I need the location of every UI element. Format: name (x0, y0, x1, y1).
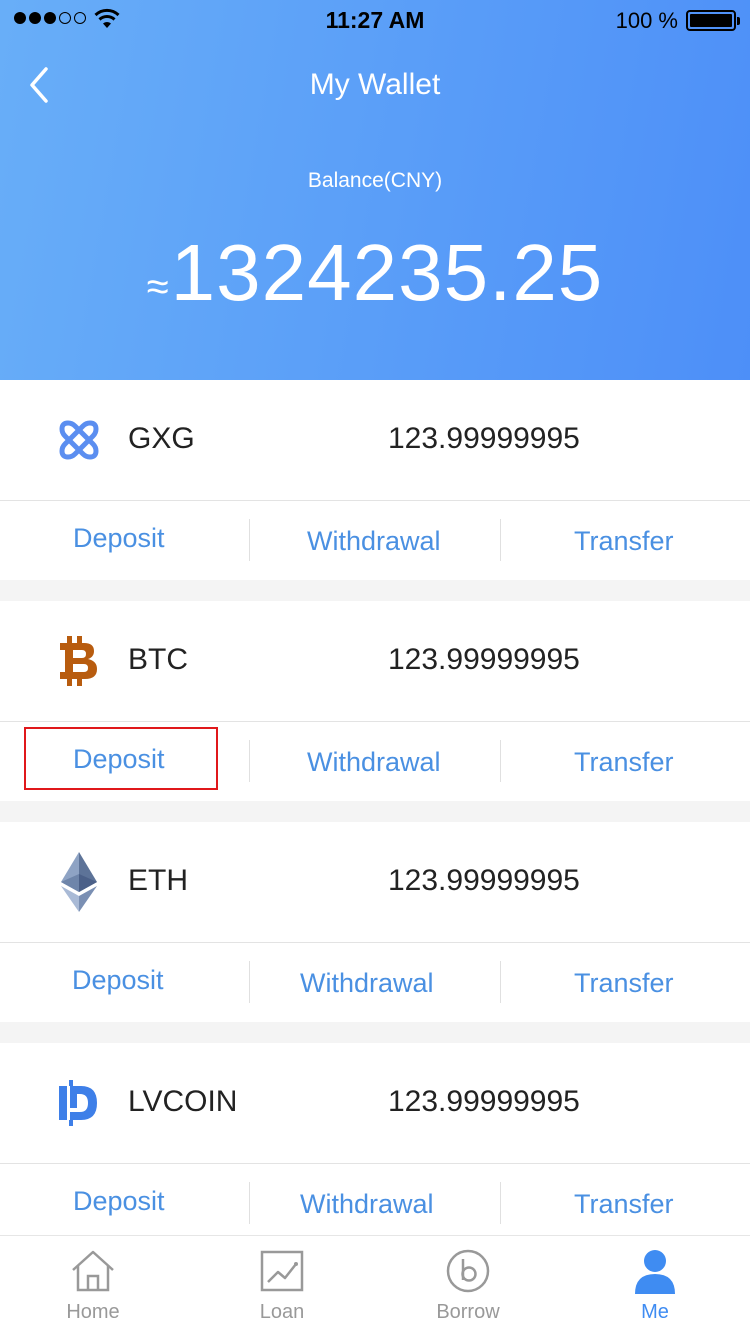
transfer-button[interactable]: Transfer (574, 1189, 674, 1220)
coin-amount: 123.99999995 (388, 1085, 580, 1118)
divider (249, 740, 250, 782)
balance-value: ≈1324235.25 (0, 228, 750, 332)
tab-label: Loan (259, 1301, 305, 1323)
withdrawal-button[interactable]: Withdrawal (300, 1189, 434, 1220)
divider (249, 1182, 250, 1224)
divider (500, 519, 501, 561)
coin-card-btc: BTC 123.99999995 Deposit Withdrawal Tran… (0, 601, 750, 801)
transfer-button[interactable]: Transfer (574, 526, 674, 557)
battery-icon (686, 10, 740, 31)
divider (249, 961, 250, 1003)
transfer-button[interactable]: Transfer (574, 747, 674, 778)
approx-symbol: ≈ (146, 265, 169, 309)
deposit-button[interactable]: Deposit (73, 744, 165, 775)
coin-actions: Deposit Withdrawal Transfer (0, 721, 750, 801)
withdrawal-button[interactable]: Withdrawal (300, 968, 434, 999)
tab-label: Home (66, 1301, 120, 1323)
divider (500, 961, 501, 1003)
coin-amount: 123.99999995 (388, 422, 580, 455)
withdrawal-button[interactable]: Withdrawal (307, 747, 441, 778)
status-bar: 11:27 AM 100 % (0, 0, 750, 40)
user-icon (635, 1250, 675, 1294)
tab-home[interactable]: Home (33, 1236, 153, 1334)
coin-actions: Deposit Withdrawal Transfer (0, 942, 750, 1022)
divider (500, 1182, 501, 1224)
balance-label: Balance(CNY) (307, 169, 443, 192)
borrow-icon (446, 1249, 490, 1293)
tab-me[interactable]: Me (595, 1236, 715, 1334)
coin-name: LVCOIN (128, 1085, 238, 1118)
page-title: My Wallet (309, 68, 441, 101)
withdrawal-button[interactable]: Withdrawal (307, 526, 441, 557)
coin-amount: 123.99999995 (388, 643, 580, 676)
battery-percent: 100 % (615, 8, 678, 33)
deposit-button[interactable]: Deposit (73, 523, 165, 554)
bitcoin-icon (52, 633, 106, 689)
tab-bar: Home Loan Borrow Me (0, 1235, 750, 1334)
tab-borrow[interactable]: Borrow (408, 1236, 528, 1334)
header: 11:27 AM 100 % My Wallet Balance(CNY) ≈1… (0, 0, 750, 380)
home-icon (72, 1250, 114, 1292)
tab-label: Borrow (436, 1301, 500, 1323)
coin-amount: 123.99999995 (388, 864, 580, 897)
deposit-button[interactable]: Deposit (72, 965, 164, 996)
coin-card-lvcoin: LVCOIN 123.99999995 Deposit Withdrawal T… (0, 1043, 750, 1243)
gxg-logo-icon (52, 412, 106, 468)
coin-name: GXG (128, 422, 195, 455)
deposit-button[interactable]: Deposit (73, 1186, 165, 1217)
ethereum-icon (52, 852, 106, 912)
coin-actions: Deposit Withdrawal Transfer (0, 500, 750, 580)
transfer-button[interactable]: Transfer (574, 968, 674, 999)
tab-label: Me (641, 1301, 669, 1323)
coin-row[interactable]: ETH 123.99999995 (0, 822, 750, 942)
coin-card-eth: ETH 123.99999995 Deposit Withdrawal Tran… (0, 822, 750, 1022)
coin-row[interactable]: GXG 123.99999995 (0, 380, 750, 500)
coin-row[interactable]: BTC 123.99999995 (0, 601, 750, 721)
balance-amount: 1324235.25 (170, 228, 604, 317)
tab-loan[interactable]: Loan (222, 1236, 342, 1334)
coin-name: BTC (128, 643, 188, 676)
coin-name: ETH (128, 864, 188, 897)
divider (500, 740, 501, 782)
lvcoin-icon (52, 1075, 106, 1131)
coin-card-gxg: GXG 123.99999995 Deposit Withdrawal Tran… (0, 380, 750, 580)
chart-icon (260, 1250, 304, 1292)
coin-actions: Deposit Withdrawal Transfer (0, 1163, 750, 1243)
coin-row[interactable]: LVCOIN 123.99999995 (0, 1043, 750, 1163)
divider (249, 519, 250, 561)
